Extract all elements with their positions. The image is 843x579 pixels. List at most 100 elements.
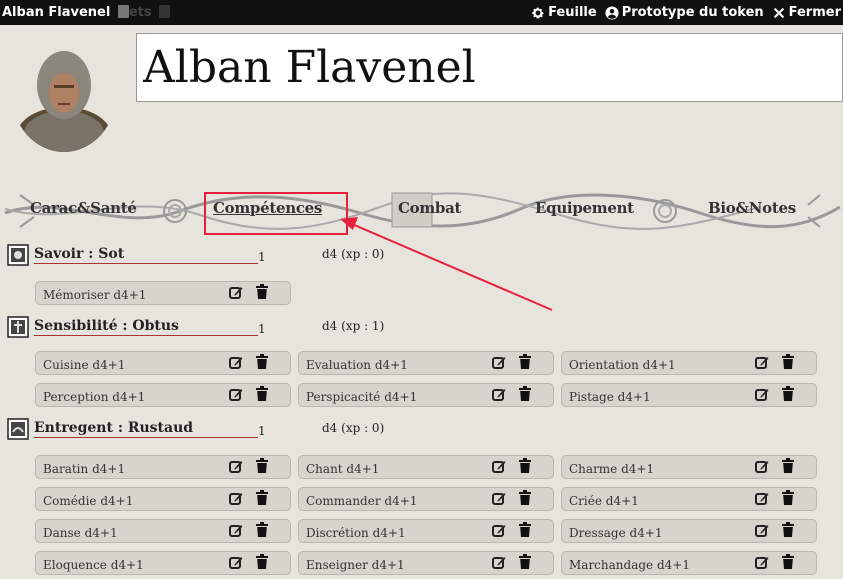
section-xp: d4 (xp : 0): [322, 421, 385, 435]
tab-bio-notes[interactable]: Bio&Notes: [708, 199, 796, 217]
edit-icon[interactable]: [755, 355, 769, 369]
skill-item[interactable]: Enseigner d4+1: [298, 551, 554, 575]
trash-icon[interactable]: [782, 554, 794, 569]
edit-icon[interactable]: [755, 555, 769, 569]
section-xp: d4 (xp : 0): [322, 247, 385, 261]
skill-label[interactable]: Baratin d4+1: [43, 459, 125, 476]
skill-item[interactable]: Baratin d4+1: [35, 455, 291, 479]
window-titlebar: Alban Flavenel ets Feuille Prototype du …: [0, 0, 843, 25]
trash-icon[interactable]: [256, 490, 268, 505]
edit-icon[interactable]: [229, 355, 243, 369]
close-icon: [773, 7, 784, 18]
skill-label[interactable]: Criée d4+1: [569, 491, 639, 508]
trash-icon[interactable]: [782, 386, 794, 401]
edit-icon[interactable]: [492, 491, 506, 505]
sheet-config-button[interactable]: Feuille: [531, 5, 597, 20]
edit-icon[interactable]: [229, 285, 243, 299]
skill-label[interactable]: Marchandage d4+1: [569, 555, 690, 572]
section-title: Sensibilité : Obtus: [34, 318, 258, 336]
skill-label[interactable]: Evaluation d4+1: [306, 355, 408, 372]
trash-icon[interactable]: [256, 354, 268, 369]
section-sensibilite: Sensibilité : Obtus 1 d4 (xp : 1): [7, 316, 384, 338]
skill-item[interactable]: Pistage d4+1: [561, 383, 817, 407]
skill-item[interactable]: Danse d4+1: [35, 519, 291, 543]
skill-label[interactable]: Perspicacité d4+1: [306, 387, 417, 404]
tab-combat[interactable]: Combat: [398, 199, 461, 217]
skill-item[interactable]: Commander d4+1: [298, 487, 554, 511]
skill-label[interactable]: Pistage d4+1: [569, 387, 651, 404]
trash-icon[interactable]: [782, 522, 794, 537]
skill-item[interactable]: Discrétion d4+1: [298, 519, 554, 543]
skill-item[interactable]: Dressage d4+1: [561, 519, 817, 543]
edit-icon[interactable]: [229, 523, 243, 537]
skill-label[interactable]: Enseigner d4+1: [306, 555, 405, 572]
edit-icon[interactable]: [755, 523, 769, 537]
trash-icon[interactable]: [782, 354, 794, 369]
edit-icon[interactable]: [492, 459, 506, 473]
character-name-input[interactable]: [136, 33, 843, 102]
close-label: Fermer: [788, 5, 841, 20]
trash-icon[interactable]: [782, 490, 794, 505]
trash-icon[interactable]: [256, 386, 268, 401]
skill-item[interactable]: Eloquence d4+1: [35, 551, 291, 575]
skill-item[interactable]: Chant d4+1: [298, 455, 554, 479]
skill-label[interactable]: Perception d4+1: [43, 387, 145, 404]
skill-item[interactable]: Mémoriser d4+1: [35, 281, 291, 305]
trash-icon[interactable]: [256, 284, 268, 299]
skill-item[interactable]: Cuisine d4+1: [35, 351, 291, 375]
section-value: 1: [258, 250, 266, 264]
skill-item[interactable]: Charme d4+1: [561, 455, 817, 479]
edit-icon[interactable]: [755, 491, 769, 505]
prototype-token-button[interactable]: Prototype du token: [605, 5, 764, 20]
edit-icon[interactable]: [492, 355, 506, 369]
skill-label[interactable]: Discrétion d4+1: [306, 523, 406, 540]
journal-icon[interactable]: [117, 5, 129, 18]
skill-item[interactable]: Evaluation d4+1: [298, 351, 554, 375]
skill-label[interactable]: Danse d4+1: [43, 523, 118, 540]
edit-icon[interactable]: [229, 459, 243, 473]
character-portrait[interactable]: [12, 37, 116, 152]
edit-icon[interactable]: [229, 491, 243, 505]
prototype-token-label: Prototype du token: [621, 5, 764, 20]
trash-icon[interactable]: [519, 554, 531, 569]
trash-icon[interactable]: [519, 386, 531, 401]
edit-icon[interactable]: [492, 523, 506, 537]
skill-label[interactable]: Orientation d4+1: [569, 355, 676, 372]
edit-icon[interactable]: [755, 387, 769, 401]
window-title-text: Alban Flavenel: [2, 5, 111, 20]
trash-icon[interactable]: [256, 458, 268, 473]
trash-icon[interactable]: [519, 522, 531, 537]
edit-icon[interactable]: [229, 387, 243, 401]
tab-carac-sante[interactable]: Carac&Santé: [30, 199, 137, 217]
close-button[interactable]: Fermer: [772, 5, 841, 20]
skill-item[interactable]: Perspicacité d4+1: [298, 383, 554, 407]
journal-icon[interactable]: [159, 5, 171, 18]
trash-icon[interactable]: [782, 458, 794, 473]
skill-label[interactable]: Dressage d4+1: [569, 523, 663, 540]
skill-label[interactable]: Commander d4+1: [306, 491, 417, 508]
trash-icon[interactable]: [256, 522, 268, 537]
portrait-image: [12, 37, 116, 152]
section-savoir: Savoir : Sot 1 d4 (xp : 0): [7, 244, 384, 266]
skill-label[interactable]: Chant d4+1: [306, 459, 379, 476]
skill-item[interactable]: Criée d4+1: [561, 487, 817, 511]
trash-icon[interactable]: [519, 458, 531, 473]
skill-item[interactable]: Comédie d4+1: [35, 487, 291, 511]
edit-icon[interactable]: [229, 555, 243, 569]
tab-equipement[interactable]: Equipement: [535, 199, 634, 217]
trash-icon[interactable]: [519, 354, 531, 369]
skill-item[interactable]: Orientation d4+1: [561, 351, 817, 375]
trash-icon[interactable]: [519, 490, 531, 505]
skill-item[interactable]: Marchandage d4+1: [561, 551, 817, 575]
trash-icon[interactable]: [256, 554, 268, 569]
window-title: Alban Flavenel ets: [0, 5, 171, 20]
edit-icon[interactable]: [492, 387, 506, 401]
skill-item[interactable]: Perception d4+1: [35, 383, 291, 407]
skill-label[interactable]: Mémoriser d4+1: [43, 285, 146, 302]
edit-icon[interactable]: [755, 459, 769, 473]
skill-label[interactable]: Cuisine d4+1: [43, 355, 125, 372]
skill-label[interactable]: Eloquence d4+1: [43, 555, 144, 572]
edit-icon[interactable]: [492, 555, 506, 569]
skill-label[interactable]: Charme d4+1: [569, 459, 654, 476]
skill-label[interactable]: Comédie d4+1: [43, 491, 133, 508]
